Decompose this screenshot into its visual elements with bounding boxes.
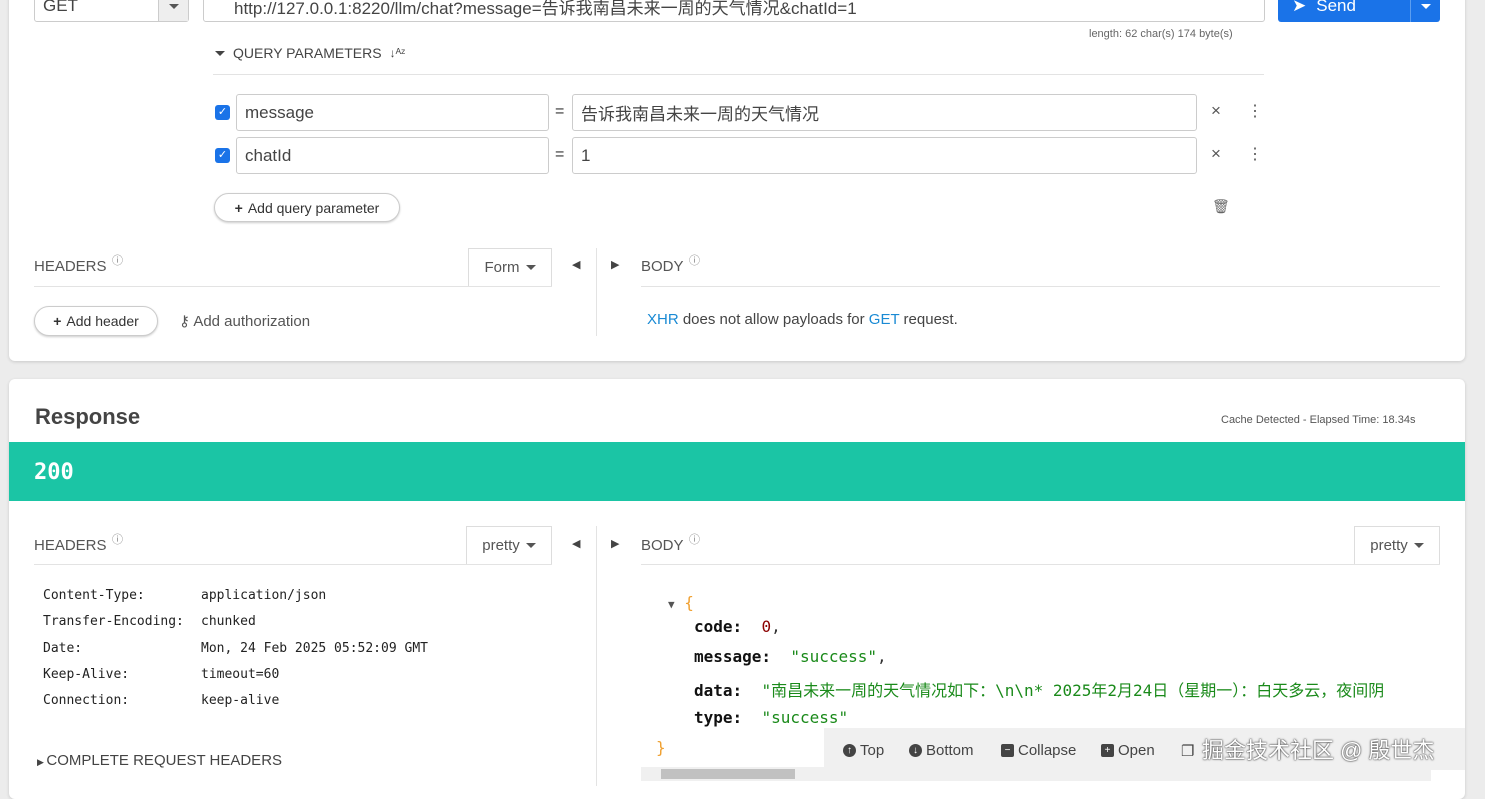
expand-right-icon[interactable]: ▶ bbox=[611, 537, 619, 550]
complete-request-headers-toggle[interactable]: ▶ COMPLETE REQUEST HEADERS bbox=[37, 752, 282, 769]
scrollbar-thumb[interactable] bbox=[661, 769, 795, 779]
trash-icon[interactable]: 🗑 bbox=[1212, 198, 1230, 215]
method-select[interactable]: GET bbox=[34, 0, 189, 22]
collapse-left-icon[interactable]: ◀ bbox=[572, 258, 580, 271]
help-icon: ⓘ bbox=[689, 255, 700, 267]
help-icon: ⓘ bbox=[112, 534, 123, 546]
expand-right-icon[interactable]: ▶ bbox=[611, 258, 619, 271]
collapse-button[interactable]: − Collapse bbox=[1001, 742, 1076, 759]
copy-icon: ❐ bbox=[1181, 743, 1195, 760]
header-row: Connection: keep-alive bbox=[43, 693, 280, 708]
remove-param-icon[interactable]: × bbox=[1211, 101, 1221, 121]
divider bbox=[641, 286, 1440, 287]
copy-button[interactable]: ❐ bbox=[1181, 742, 1194, 760]
arrow-down-icon: ↓ bbox=[909, 744, 922, 757]
json-line-type: type: "success" bbox=[694, 708, 849, 727]
help-icon: ⓘ bbox=[689, 534, 700, 546]
json-line-message: message: "success", bbox=[694, 647, 887, 666]
plus-icon: + bbox=[1101, 744, 1114, 757]
divider bbox=[641, 564, 1440, 565]
divider bbox=[34, 286, 552, 287]
divider bbox=[213, 74, 1264, 75]
param-value-input[interactable]: 1 bbox=[572, 137, 1197, 174]
collapse-left-icon[interactable]: ◀ bbox=[572, 537, 580, 550]
request-card: GET http://127.0.0.1:8220/llm/chat?messa… bbox=[9, 0, 1465, 361]
json-line-data: data: "南昌未来一周的天气情况如下：\n\n* 2025年2月24日（星期… bbox=[694, 681, 1385, 700]
response-title: Response bbox=[35, 404, 141, 429]
param-name-input[interactable]: chatId bbox=[236, 137, 549, 174]
query-params-toggle[interactable]: QUERY PARAMETERS ↓ᴬᶻ bbox=[215, 45, 405, 61]
key-icon: ⚷ bbox=[179, 313, 194, 330]
cache-info: Cache Detected - Elapsed Time: 18.34s bbox=[1221, 414, 1416, 426]
param-value-input[interactable]: 告诉我南昌未来一周的天气情况 bbox=[572, 94, 1197, 131]
equals-sign: = bbox=[555, 103, 565, 120]
url-input[interactable]: http://127.0.0.1:8220/llm/chat?message=告… bbox=[203, 0, 1265, 22]
header-row: Content-Type: application/json bbox=[43, 588, 327, 603]
body-message: XHR does not allow payloads for GET requ… bbox=[647, 311, 958, 328]
top-button[interactable]: ↑ Top bbox=[843, 742, 884, 759]
help-icon: ⓘ bbox=[112, 255, 123, 267]
xhr-link[interactable]: XHR bbox=[647, 311, 679, 328]
equals-sign: = bbox=[555, 146, 565, 163]
add-authorization-link[interactable]: ⚷ Add authorization bbox=[179, 312, 310, 330]
response-card: Response Cache Detected - Elapsed Time: … bbox=[9, 379, 1465, 799]
sort-icon[interactable]: ↓ᴬᶻ bbox=[390, 46, 406, 60]
remove-param-icon[interactable]: × bbox=[1211, 144, 1221, 164]
body-label: BODY bbox=[641, 258, 684, 275]
param-name-input[interactable]: message bbox=[236, 94, 549, 131]
bottom-button[interactable]: ↓ Bottom bbox=[909, 742, 974, 759]
url-length-info: length: 62 char(s) 174 byte(s) bbox=[1089, 28, 1233, 40]
send-icon: ➤ bbox=[1292, 0, 1307, 15]
param-checkbox-chatid[interactable]: ✓ bbox=[215, 148, 230, 163]
header-row: Date: Mon, 24 Feb 2025 05:52:09 GMT bbox=[43, 641, 428, 656]
status-bar: 200 bbox=[9, 442, 1465, 501]
divider bbox=[596, 526, 597, 786]
send-options-icon[interactable] bbox=[1410, 0, 1440, 22]
json-line-code: code: 0, bbox=[694, 617, 781, 636]
get-link[interactable]: GET bbox=[869, 311, 900, 328]
plus-icon: + bbox=[53, 313, 62, 329]
chevron-down-icon bbox=[158, 0, 188, 21]
body-format-select[interactable]: pretty bbox=[1354, 526, 1440, 565]
watermark: 掘金技术社区 @ 殷世杰 bbox=[1202, 738, 1435, 763]
more-options-icon[interactable]: ⋮ bbox=[1247, 144, 1263, 164]
response-headers-label: HEADERS bbox=[34, 537, 107, 554]
open-button[interactable]: + Open bbox=[1101, 742, 1155, 759]
plus-icon: + bbox=[234, 199, 243, 216]
arrow-up-icon: ↑ bbox=[843, 744, 856, 757]
more-options-icon[interactable]: ⋮ bbox=[1247, 101, 1263, 121]
send-button[interactable]: ➤ Send bbox=[1278, 0, 1440, 22]
headers-label: HEADERS bbox=[34, 258, 107, 275]
headers-format-select[interactable]: pretty bbox=[466, 526, 552, 565]
add-query-parameter-button[interactable]: + Add query parameter bbox=[214, 193, 400, 222]
minus-icon: − bbox=[1001, 744, 1014, 757]
response-body-label: BODY bbox=[641, 537, 684, 554]
header-row: Transfer-Encoding: chunked bbox=[43, 614, 256, 629]
header-row: Keep-Alive: timeout=60 bbox=[43, 667, 280, 682]
param-checkbox-message[interactable]: ✓ bbox=[215, 105, 230, 120]
divider bbox=[596, 248, 597, 336]
headers-mode-select[interactable]: Form bbox=[468, 248, 552, 287]
status-code: 200 bbox=[34, 460, 74, 485]
divider bbox=[34, 564, 552, 565]
json-close-brace: } bbox=[656, 738, 666, 757]
collapse-json-icon[interactable]: ▼ bbox=[668, 598, 675, 611]
add-header-button[interactable]: + Add header bbox=[34, 306, 158, 336]
